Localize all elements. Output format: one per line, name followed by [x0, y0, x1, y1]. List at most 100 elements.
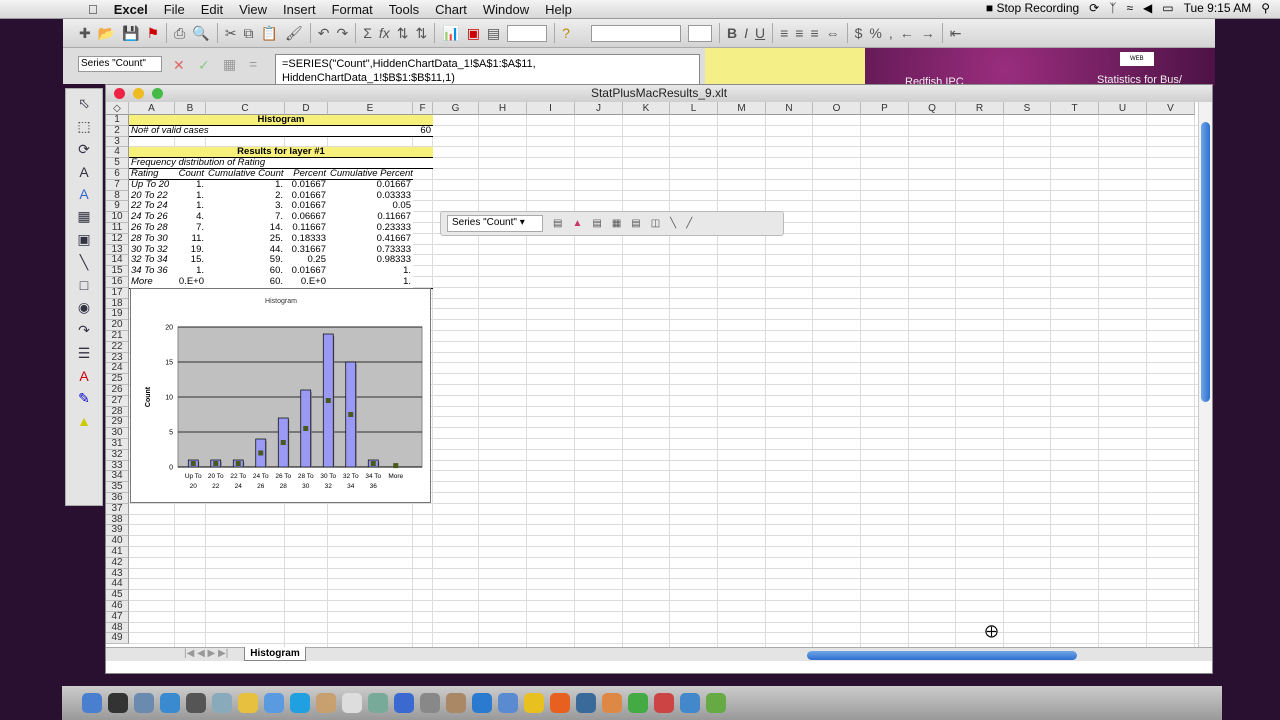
table-cell[interactable]: 2. [206, 190, 285, 202]
row-header-7[interactable]: 7 [106, 179, 129, 191]
align-right-icon[interactable]: ≡ [810, 25, 818, 41]
menu-format[interactable]: Format [324, 2, 381, 17]
dock-app-icon[interactable] [186, 693, 206, 713]
dock-app-icon[interactable] [602, 693, 622, 713]
chart-wizard-icon[interactable]: 📊 [442, 25, 459, 42]
column-header-K[interactable]: K [623, 102, 670, 115]
dock-app-icon[interactable] [446, 693, 466, 713]
table-cell[interactable]: 0.41667 [328, 233, 413, 245]
sort-asc-icon[interactable]: ⇅ [397, 25, 409, 42]
indent-icon[interactable]: ⇤ [950, 25, 962, 42]
menu-view[interactable]: View [231, 2, 275, 17]
function-icon[interactable]: fx [379, 25, 390, 41]
zoom-dropdown[interactable] [507, 24, 548, 42]
table-cell[interactable]: 1. [175, 179, 206, 191]
row-header-12[interactable]: 12 [106, 233, 129, 245]
column-header-H[interactable]: H [479, 102, 527, 115]
column-header-T[interactable]: T [1051, 102, 1099, 115]
column-header-E[interactable]: E [328, 102, 413, 115]
stop-recording-button[interactable]: ■ Stop Recording [986, 1, 1079, 15]
marquee-icon[interactable]: ⬚ [77, 118, 90, 135]
column-header-B[interactable]: B [175, 102, 206, 115]
line-icon[interactable]: ╲ [80, 254, 88, 271]
row-header-42[interactable]: 42 [106, 557, 129, 569]
data-table-icon[interactable]: ▦ [612, 218, 621, 229]
menu-edit[interactable]: Edit [193, 2, 231, 17]
column-header-A[interactable]: A [129, 102, 175, 115]
column-header-G[interactable]: G [433, 102, 479, 115]
picture-icon[interactable]: ▣ [77, 231, 90, 248]
column-header-U[interactable]: U [1099, 102, 1147, 115]
column-header-S[interactable]: S [1004, 102, 1051, 115]
legend-icon[interactable]: ▤ [592, 218, 601, 229]
cut-icon[interactable]: ✂ [225, 25, 237, 42]
column-header-I[interactable]: I [527, 102, 575, 115]
percent-icon[interactable]: % [869, 25, 881, 41]
text-icon[interactable]: A [79, 164, 88, 180]
increase-decimal-icon[interactable]: ← [900, 25, 914, 41]
print-icon[interactable]: ⎙ [174, 25, 185, 42]
by-row-icon[interactable]: ▤ [631, 218, 640, 229]
column-header-M[interactable]: M [718, 102, 766, 115]
dock-app-icon[interactable] [238, 693, 258, 713]
wifi-icon[interactable]: ≈ [1126, 1, 1133, 15]
table-cell[interactable]: 0.01667 [285, 179, 328, 191]
help-icon[interactable]: ? [562, 25, 570, 41]
equals-icon[interactable]: = [249, 56, 257, 72]
by-column-icon[interactable]: ◫ [651, 218, 660, 229]
battery-icon[interactable]: ▭ [1162, 1, 1173, 15]
dock-app-icon[interactable] [576, 693, 596, 713]
align-left-icon[interactable]: ≡ [780, 25, 788, 41]
menu-window[interactable]: Window [475, 2, 537, 17]
calculator-icon[interactable]: ▦ [223, 56, 236, 73]
row-header-49[interactable]: 49 [106, 633, 129, 645]
title-bar[interactable]: StatPlusMacResults_9.xlt [106, 85, 1212, 102]
dock-app-icon[interactable] [394, 693, 414, 713]
dock-app-icon[interactable] [212, 693, 232, 713]
table-cell[interactable]: More [129, 276, 175, 288]
dock-app-icon[interactable] [550, 693, 570, 713]
font-size-dropdown[interactable] [687, 24, 712, 42]
cancel-icon[interactable]: ✕ [173, 57, 185, 74]
menu-insert[interactable]: Insert [275, 2, 324, 17]
enter-icon[interactable]: ✓ [198, 57, 210, 74]
table-cell[interactable]: 25. [206, 233, 285, 245]
row-header-17[interactable]: 17 [106, 287, 129, 299]
copy-icon[interactable]: ⧉ [244, 25, 254, 42]
text-box-icon[interactable]: ▤ [487, 25, 500, 42]
dock-app-icon[interactable] [654, 693, 674, 713]
close-button[interactable] [114, 88, 125, 99]
column-header-V[interactable]: V [1147, 102, 1195, 115]
dock-app-icon[interactable] [628, 693, 648, 713]
redo-icon[interactable]: ↷ [337, 25, 349, 42]
spotlight-icon[interactable]: ⚲ [1261, 1, 1270, 15]
tab-nav-arrows[interactable]: |◀ ◀ ▶ ▶| [184, 648, 228, 659]
open-icon[interactable]: 📂 [98, 25, 115, 42]
chart-type-icon[interactable]: ▲ [572, 218, 582, 229]
paint-bucket-icon[interactable]: ▲ [77, 413, 91, 429]
sort-desc-icon[interactable]: ⇅ [416, 25, 428, 42]
menu-chart[interactable]: Chart [427, 2, 475, 17]
row-header-2[interactable]: 2 [106, 125, 129, 137]
connectors-icon[interactable]: ↷ [78, 322, 90, 339]
cell-A2[interactable]: No# of valid cases [129, 125, 413, 137]
chart-object-select[interactable]: Series "Count" ▾ [447, 215, 543, 232]
new-icon[interactable]: ✚ [79, 25, 91, 42]
table-cell[interactable]: 60. [206, 276, 285, 288]
bold-icon[interactable]: B [727, 25, 737, 41]
row-header-22[interactable]: 22 [106, 341, 129, 353]
dock-app-icon[interactable] [706, 693, 726, 713]
rotate-icon[interactable]: ⟳ [78, 141, 90, 158]
dock-app-icon[interactable] [498, 693, 518, 713]
minimize-button[interactable] [133, 88, 144, 99]
table-cell[interactable]: 0.98333 [328, 255, 413, 267]
rectangle-icon[interactable]: □ [80, 277, 88, 293]
table-cell[interactable]: 11. [175, 233, 206, 245]
comma-icon[interactable]: , [889, 25, 893, 41]
row-header-47[interactable]: 47 [106, 611, 129, 623]
row-header-37[interactable]: 37 [106, 503, 129, 515]
dock-app-icon[interactable] [342, 693, 362, 713]
save-icon[interactable]: 💾 [122, 25, 139, 42]
dock-app-icon[interactable] [160, 693, 180, 713]
vertical-scroll-thumb[interactable] [1201, 122, 1210, 402]
